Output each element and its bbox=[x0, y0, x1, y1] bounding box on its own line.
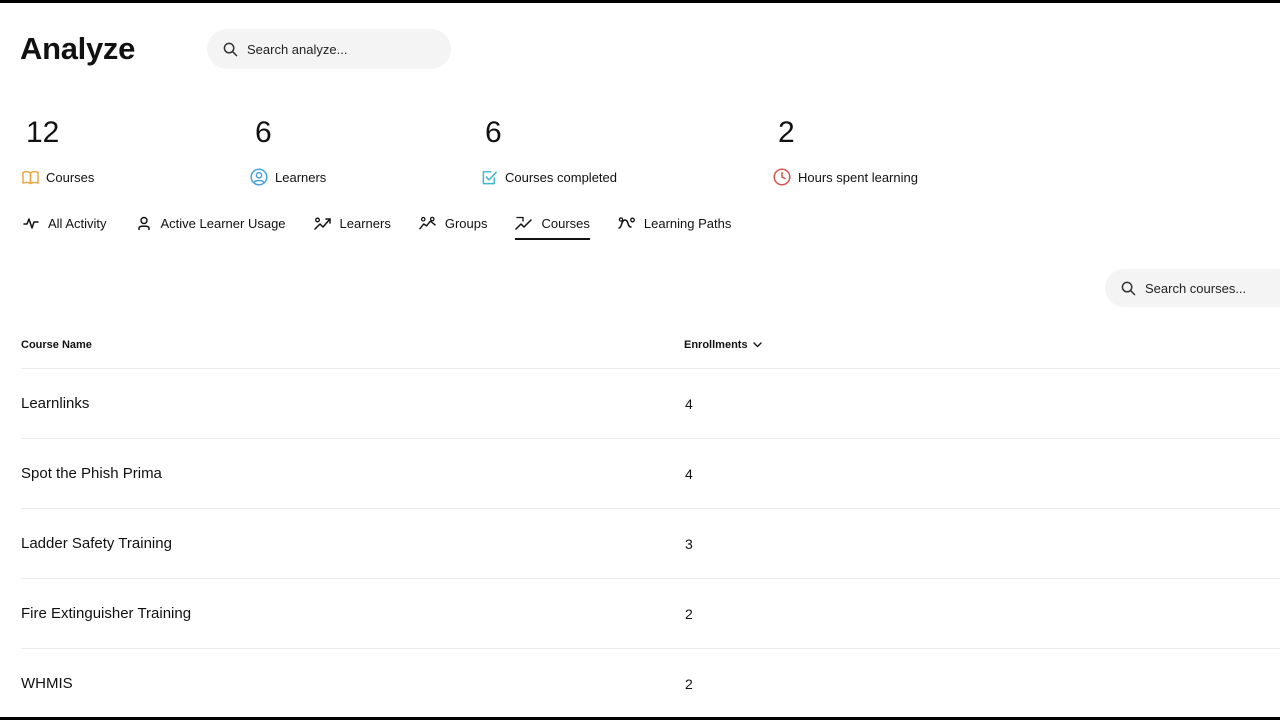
tab-learning-paths[interactable]: Learning Paths bbox=[618, 211, 731, 235]
stat-label: Hours spent learning bbox=[798, 169, 918, 185]
tab-label: Active Learner Usage bbox=[160, 215, 286, 231]
courses-table: Course Name Enrollments Learnlinks 4 Spo… bbox=[21, 329, 1280, 717]
courses-trend-icon bbox=[515, 214, 533, 232]
table-row[interactable]: Ladder Safety Training 3 bbox=[21, 509, 1280, 579]
course-name: WHMIS bbox=[21, 675, 73, 692]
page-title: Analyze bbox=[20, 31, 136, 66]
analyze-tabs: All Activity Active Learner Usage Learne… bbox=[22, 211, 759, 240]
column-header-enrollments[interactable]: Enrollments bbox=[684, 339, 762, 351]
stat-value: 12 bbox=[26, 116, 60, 149]
column-header-course-name[interactable]: Course Name bbox=[21, 339, 684, 351]
course-enrollments: 2 bbox=[685, 605, 693, 622]
path-icon bbox=[618, 214, 636, 232]
user-circle-icon bbox=[250, 168, 268, 186]
stat-courses: 12 Courses bbox=[21, 115, 94, 186]
table-row[interactable]: Learnlinks 4 bbox=[21, 369, 1280, 439]
course-enrollments: 3 bbox=[685, 535, 693, 552]
analyze-search[interactable] bbox=[207, 29, 451, 69]
search-icon bbox=[1121, 281, 1136, 295]
course-name: Ladder Safety Training bbox=[21, 535, 172, 552]
stat-label: Courses completed bbox=[505, 169, 617, 185]
courses-search[interactable] bbox=[1105, 269, 1280, 307]
analyze-page: Analyze 12 Courses 6 bbox=[0, 0, 1280, 720]
course-name: Fire Extinguisher Training bbox=[21, 605, 192, 622]
course-enrollments: 4 bbox=[685, 465, 693, 482]
stat-value: 6 bbox=[485, 116, 502, 149]
stat-courses-completed: 6 Courses completed bbox=[480, 115, 617, 186]
person-icon bbox=[135, 214, 153, 232]
checkbox-icon bbox=[480, 168, 498, 186]
activity-icon bbox=[22, 214, 40, 232]
tab-learners[interactable]: Learners bbox=[313, 211, 391, 235]
stat-learners: 6 Learners bbox=[250, 115, 326, 186]
tab-label: Courses bbox=[541, 215, 590, 231]
course-enrollments: 4 bbox=[685, 395, 693, 412]
search-icon bbox=[223, 42, 238, 56]
stat-value: 6 bbox=[255, 116, 272, 149]
tab-label: Learners bbox=[339, 215, 391, 231]
tab-label: All Activity bbox=[48, 215, 107, 231]
course-name: Spot the Phish Prima bbox=[21, 465, 162, 482]
course-name: Learnlinks bbox=[21, 395, 90, 412]
table-row[interactable]: WHMIS 2 bbox=[21, 649, 1280, 717]
clock-icon bbox=[773, 168, 791, 186]
stat-hours-spent: 2 Hours spent learning bbox=[773, 115, 918, 186]
group-icon bbox=[419, 214, 437, 232]
tab-label: Groups bbox=[444, 215, 488, 231]
table-row[interactable]: Fire Extinguisher Training 2 bbox=[21, 579, 1280, 649]
stat-label: Courses bbox=[46, 169, 95, 185]
stat-label: Learners bbox=[275, 169, 327, 185]
course-enrollments: 2 bbox=[685, 675, 693, 692]
tab-active-learner-usage[interactable]: Active Learner Usage bbox=[135, 211, 286, 235]
chevron-down-icon bbox=[752, 342, 762, 348]
analyze-search-input[interactable] bbox=[247, 41, 407, 57]
column-header-label: Enrollments bbox=[684, 339, 748, 351]
tab-all-activity[interactable]: All Activity bbox=[22, 211, 107, 235]
trend-up-icon bbox=[313, 214, 332, 232]
table-row[interactable]: Spot the Phish Prima 4 bbox=[21, 439, 1280, 509]
tab-groups[interactable]: Groups bbox=[419, 211, 488, 235]
courses-search-input[interactable] bbox=[1145, 280, 1280, 296]
tab-label: Learning Paths bbox=[643, 215, 732, 231]
stat-value: 2 bbox=[778, 116, 795, 149]
book-icon bbox=[21, 168, 39, 186]
tab-courses[interactable]: Courses bbox=[515, 211, 591, 240]
table-header: Course Name Enrollments bbox=[21, 329, 1280, 369]
